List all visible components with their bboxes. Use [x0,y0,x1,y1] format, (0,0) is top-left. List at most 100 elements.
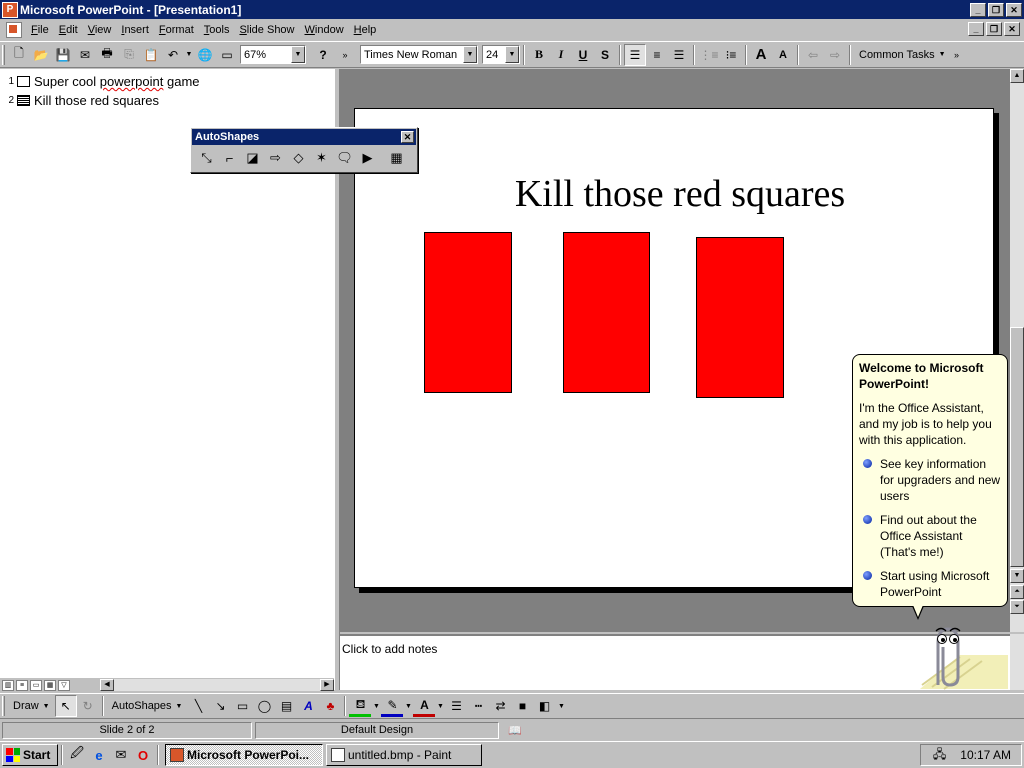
font-color-icon[interactable]: A [413,695,436,717]
clippit-assistant-icon[interactable] [900,615,1008,693]
doc-restore-button[interactable]: ❐ [986,22,1002,36]
outline-slide-1[interactable]: 1 Super cool powerpoint game [0,72,334,91]
align-left-icon[interactable]: ☰ [624,43,646,66]
chevron-down-icon[interactable]: ▼ [463,46,477,63]
oval-icon[interactable]: ◯ [253,695,275,717]
red-square-1[interactable] [424,232,512,393]
more-buttons-icon[interactable]: ▼ [555,695,567,717]
3d-icon[interactable]: ◧ [533,695,555,717]
lines-icon[interactable]: ⤡ [195,147,218,169]
line-icon[interactable]: ╲ [187,695,209,717]
outlook-icon[interactable]: ✉ [112,746,130,764]
arrow-icon[interactable]: ↘ [209,695,231,717]
toolbar-grip[interactable] [2,44,5,65]
scroll-left-button[interactable]: ◀ [100,679,114,691]
red-square-3[interactable] [696,237,784,398]
tables-icon[interactable]: ▭ [216,44,238,66]
network-icon[interactable]: 🖧 [933,745,946,766]
underline-icon[interactable]: U [572,44,594,66]
menu-edit[interactable]: Edit [54,24,83,36]
spelling-error[interactable]: powerpoint [100,74,164,89]
zoom-select[interactable]: 67% ▼ [240,45,306,64]
powerpoint-app-icon[interactable]: P [2,1,18,18]
outline-slide-2[interactable]: 2 Kill those red squares [0,91,334,110]
menu-window[interactable]: Window [300,24,349,36]
increase-font-icon[interactable]: A [750,44,772,66]
vertical-scrollbar[interactable]: ▲ ▼ ⏶ ⏷ [1010,69,1024,632]
undo-icon[interactable]: ↶ [162,44,184,66]
document-icon[interactable] [6,22,22,38]
chevron-down-icon[interactable]: ▼ [505,46,519,63]
minimize-button[interactable]: _ [970,2,986,17]
start-button[interactable]: Start [2,744,58,766]
previous-slide-button[interactable]: ⏶ [1010,585,1024,599]
close-button[interactable]: ✕ [1006,2,1022,17]
font-size-select[interactable]: 24 ▼ [482,45,520,64]
line-color-icon[interactable]: ✎ [381,695,404,717]
scroll-right-button[interactable]: ▶ [320,679,334,691]
toolbar-grip[interactable] [2,696,5,716]
fill-color-icon[interactable]: ⛾ [349,695,372,717]
align-right-icon[interactable]: ☰ [668,44,690,66]
bullets-icon[interactable]: ⁝≡ [720,44,742,66]
shadow-icon[interactable]: S [594,44,616,66]
stars-banners-icon[interactable]: ✶ [310,147,333,169]
balloon-option-upgraders[interactable]: See key information for upgraders and ne… [859,456,1001,504]
hyperlink-icon[interactable]: 🌐 [194,44,216,66]
shadow-icon[interactable]: ■ [511,695,533,717]
menu-insert[interactable]: Insert [116,24,154,36]
wordart-icon[interactable]: A [297,695,319,717]
slide-show-icon[interactable]: ▽ [58,679,70,691]
font-select[interactable]: Times New Roman ▼ [360,45,478,64]
save-icon[interactable]: 💾 [52,44,74,66]
scroll-down-button[interactable]: ▼ [1010,569,1024,583]
more-buttons-icon[interactable]: » [334,44,356,66]
line-dropdown-icon[interactable]: ▼ [403,695,413,717]
fill-dropdown-icon[interactable]: ▼ [371,695,381,717]
free-rotate-icon[interactable]: ↻ [77,695,99,717]
menu-help[interactable]: Help [349,24,382,36]
dash-style-icon[interactable]: ┅ [467,695,489,717]
more-autoshapes-icon[interactable]: ▦ [385,147,408,169]
menu-tools[interactable]: Tools [199,24,235,36]
decrease-font-icon[interactable]: A [772,44,794,66]
autoshapes-title-bar[interactable]: AutoShapes ✕ [192,129,416,145]
menu-view[interactable]: View [83,24,117,36]
restore-button[interactable]: ❐ [988,2,1004,17]
bold-icon[interactable]: B [528,44,550,66]
italic-icon[interactable]: I [550,44,572,66]
menu-slide-show[interactable]: Slide Show [234,24,299,36]
action-buttons-icon[interactable]: ▶ [356,147,379,169]
basic-shapes-icon[interactable]: ◪ [241,147,264,169]
copy-icon[interactable]: ⎘ [118,44,140,66]
align-center-icon[interactable]: ≡ [646,44,668,66]
scroll-up-button[interactable]: ▲ [1010,69,1024,83]
horizontal-scrollbar[interactable]: ◀ ▶ [100,679,334,691]
internet-explorer-icon[interactable]: e [90,746,108,764]
next-slide-button[interactable]: ⏷ [1010,600,1024,614]
print-icon[interactable]: 🖶 [96,44,118,66]
menu-file[interactable]: File [26,24,54,36]
balloon-option-start[interactable]: Start using Microsoft PowerPoint [859,568,1001,600]
spelling-status-icon[interactable]: 📖 [502,722,528,739]
demote-icon[interactable]: ⇨ [824,44,846,66]
connectors-icon[interactable]: ⌐ [218,147,241,169]
doc-close-button[interactable]: ✕ [1004,22,1020,36]
notes-scrollbar[interactable] [1010,634,1024,690]
clip-art-icon[interactable]: ♣ [319,695,341,717]
slide-title[interactable]: Kill those red squares [355,172,995,216]
menu-format[interactable]: Format [154,24,199,36]
arrow-style-icon[interactable]: ⇄ [489,695,511,717]
taskbar-powerpoint[interactable]: Microsoft PowerPoi... [165,744,323,766]
numbering-icon[interactable]: ⋮≡ [698,44,720,66]
autoshapes-menu-button[interactable]: AutoShapes ▼ [107,695,188,717]
chevron-down-icon[interactable]: ▼ [291,46,305,63]
scroll-thumb[interactable] [1010,327,1024,567]
slide-sorter-view-icon[interactable]: ▦ [44,679,56,691]
help-icon[interactable]: ? [312,44,334,66]
select-objects-icon[interactable]: ↖ [54,695,77,717]
slide-view-icon[interactable]: ▭ [30,679,42,691]
paste-icon[interactable]: 📋 [140,44,162,66]
balloon-option-assistant[interactable]: Find out about the Office Assistant (Tha… [859,512,1001,560]
clock[interactable]: 10:17 AM [960,748,1011,762]
